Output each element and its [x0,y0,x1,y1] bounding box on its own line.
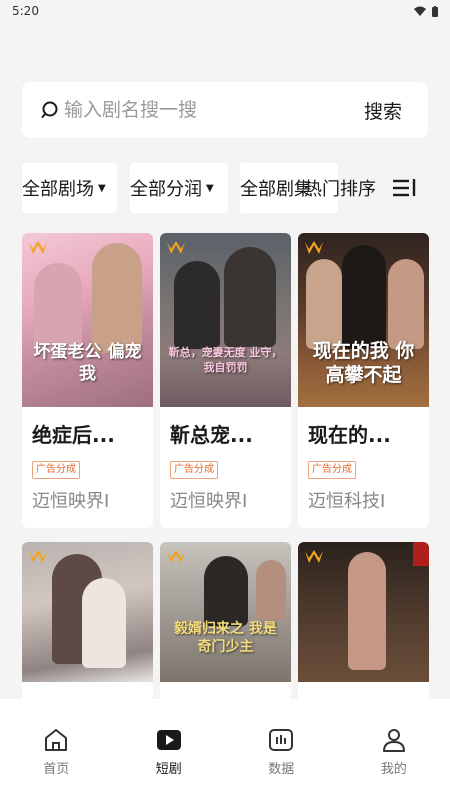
nav-label: 首页 [43,762,70,777]
search-input[interactable] [64,99,364,121]
user-icon [382,729,405,752]
drama-card[interactable]: 现在的我 你高攀不起 现在的... 广告分成 迈恒科技I [298,233,429,528]
bottom-nav: 首页 短剧 数据 我的 [0,699,450,800]
battery-icon [432,5,438,17]
home-icon [45,729,68,751]
logo-icon [29,550,47,563]
poster-overlay-text: 毅婿归来之 我是奇门少主 [174,621,277,655]
logo-icon [305,241,323,254]
sort-icon[interactable] [392,176,418,200]
poster-image: 坏蛋老公 偏宠我 [22,233,153,407]
logo-icon [305,550,323,563]
nav-item-profile[interactable]: 我的 [354,727,434,777]
status-bar: 5:20 [0,0,450,22]
nav-label: 我的 [380,762,407,777]
search-button[interactable]: 搜索 [364,97,412,124]
logo-icon [167,550,185,563]
logo-icon [167,241,185,254]
filter-genre-label: 全部剧集 [240,179,312,200]
badge-ad-share: 广告分成 [308,461,356,479]
card-title: 现在的... [308,423,391,447]
poster-image: 靳总，宠妻无度 业守，我自罚罚 [160,233,291,407]
card-title: 靳总宠... [170,423,253,447]
nav-label: 数据 [268,762,295,777]
drama-card[interactable]: 毅婿归来之 我是奇门少主 [160,542,291,702]
drama-card[interactable]: 坏蛋老公 偏宠我 绝症后... 广告分成 迈恒映界I [22,233,153,528]
nav-item-data[interactable]: 数据 [241,727,321,777]
drama-card[interactable] [298,542,429,702]
wifi-icon [414,6,426,16]
poster-overlay-text: 现在的我 你高攀不起 [312,340,415,386]
drama-card[interactable]: 靳总，宠妻无度 业守，我自罚罚 靳总宠... 广告分成 迈恒映界I [160,233,291,528]
status-icons [414,5,438,17]
filter-profit-label: 全部分润 [130,179,202,200]
search-bar: 搜索 [22,82,428,138]
filter-row: 全部剧场 ▼ 全部分润 ▼ 全部剧集 热门排序 [22,163,432,213]
search-icon [41,101,58,118]
filter-theater[interactable]: 全部剧场 ▼ [22,163,117,213]
filter-theater-label: 全部剧场 [22,179,94,200]
poster-overlay-text: 坏蛋老公 偏宠我 [33,342,142,384]
nav-label: 短剧 [155,762,182,777]
chart-icon [269,729,294,751]
badge-ad-share: 广告分成 [32,461,80,479]
filter-sort[interactable]: 热门排序 [304,175,376,201]
play-icon [156,730,181,750]
dropdown-arrow-icon: ▼ [206,182,214,194]
poster-image: 现在的我 你高攀不起 [298,233,429,407]
status-time: 5:20 [12,4,39,18]
card-company: 迈恒映界I [32,491,110,512]
nav-item-shorts[interactable]: 短剧 [129,727,209,777]
dropdown-arrow-icon: ▼ [98,182,106,194]
poster-overlay-text: 靳总，宠妻无度 业守，我自罚罚 [168,346,283,374]
drama-card[interactable] [22,542,153,702]
card-company: 迈恒科技I [308,491,386,512]
badge-ad-share: 广告分成 [170,461,218,479]
card-company: 迈恒映界I [170,491,248,512]
card-title: 绝症后... [32,423,115,447]
logo-icon [29,241,47,254]
nav-item-home[interactable]: 首页 [16,727,96,777]
filter-profit[interactable]: 全部分润 ▼ [130,163,228,213]
